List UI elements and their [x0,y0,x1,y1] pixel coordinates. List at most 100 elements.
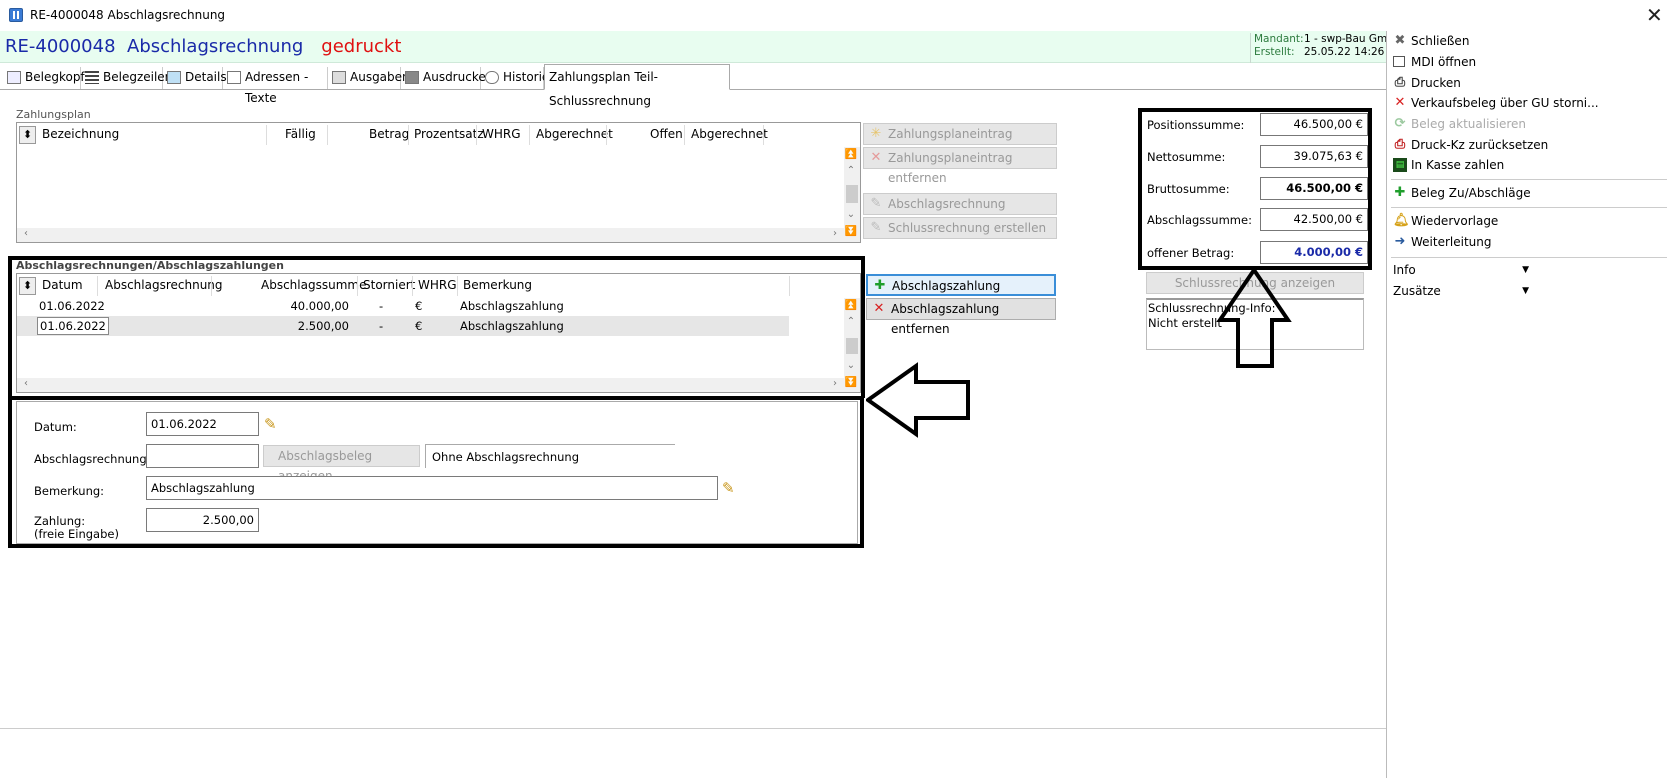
sidebar-item-mdi-oeffnen[interactable]: MDI öffnen [1393,53,1476,71]
scroll-thumb[interactable] [846,185,858,203]
info-dropdown[interactable]: Info ▼ [1393,263,1529,277]
tab-adressen-texte[interactable]: Adressen - Texte [223,67,328,105]
col-bemerkung[interactable]: Bemerkung [463,278,532,292]
datum-field[interactable]: 01.06.2022 [146,412,259,436]
details-icon [167,71,181,84]
vertical-scrollbar[interactable]: ⏫ ⌃ ⌄ ⏬ [844,147,860,242]
schlussrechnung-erstellen-button[interactable]: ✎ Schlussrechnung erstellen [863,217,1057,239]
scroll-bottom-icon[interactable]: ⏬ [844,377,858,388]
col-abgerechnet[interactable]: Abgerechnet [536,127,613,141]
col-divider [211,276,212,296]
summen-panel: Positionssumme: 46.500,00 € Nettosumme: … [1138,108,1372,270]
sort-toggle-icon[interactable]: ⬍ [19,126,36,144]
offener-betrag-value: 4.000,00 € [1260,241,1368,264]
col-whrg[interactable]: WHRG [482,127,521,141]
col-abgerechnet-2[interactable]: Abgerechnet [691,127,768,141]
col-faellig[interactable]: Fällig [285,127,316,141]
zahlung-label: Zahlung: [34,514,86,528]
scroll-top-icon[interactable]: ⏫ [844,300,858,311]
col-betrag[interactable]: Betrag [369,127,409,141]
zahlungsplaneintrag-entfernen-button[interactable]: ✕ Zahlungsplaneintrag entfernen [863,147,1057,185]
tab-ausdrucke[interactable]: Ausdrucke [401,67,486,89]
lines-icon [85,71,99,84]
horizontal-scrollbar[interactable]: ‹ › [17,378,844,392]
col-divider [476,125,477,145]
status-divider [0,728,1386,729]
abschlagsrechnung-erstellen-button[interactable]: ✎Abschlagsrechnung erstellen [863,193,1057,231]
abschlagszahlung-entfernen-button[interactable]: ✕ Abschlagszahlung entfernen [866,298,1056,336]
sun-icon: ✳ [870,126,882,141]
tab-zahlungsplan[interactable]: Zahlungsplan Teil-Schlussrechnung [544,64,730,108]
col-divider [412,276,413,296]
col-prozentsatz[interactable]: Prozentsatz [414,127,484,141]
sidebar-item-schliessen[interactable]: ✖ Schließen [1393,32,1470,50]
scroll-right-icon[interactable]: › [828,378,842,389]
scroll-up-icon[interactable]: ⌃ [844,316,858,327]
col-whrg[interactable]: WHRG [418,278,457,292]
sidebar-item-druck-kz-zuruecksetzen[interactable]: ⎙ Druck-Kz zurücksetzen [1393,136,1548,154]
abschlagssumme-value: 42.500,00 € [1260,208,1368,231]
zahlung-field[interactable]: 2.500,00 [146,508,259,532]
tab-belegzeilen[interactable]: Belegzeilen [81,67,172,89]
scroll-thumb[interactable] [846,338,858,354]
col-abschlagssumme[interactable]: Abschlagssumme [261,278,366,292]
bemerkung-field[interactable]: Abschlagszahlung [146,476,718,500]
sidebar-item-label: Beleg Zu/Abschläge [1411,186,1531,200]
sidebar-item-drucken[interactable]: ⎙ Drucken [1393,74,1461,92]
col-offen[interactable]: Offen [650,127,683,141]
scroll-down-icon[interactable]: ⌄ [844,209,858,220]
tab-details[interactable]: Details [163,67,227,89]
scroll-down-icon[interactable]: ⌄ [844,360,858,371]
page-icon [227,71,241,84]
mandant-label: Mandant: [1254,33,1304,45]
tab-belegkopf[interactable]: Belegkopf [3,67,85,89]
sidebar-item-wiedervorlage[interactable]: 🔔︎ Wiedervorlage [1393,212,1498,230]
table-row[interactable]: 01.06.2022 40.000,00 - € Abschlagszahlun… [17,296,789,316]
zahlungsplan-grid[interactable]: ⬍ Bezeichnung Fällig Betrag Prozentsatz … [16,122,861,243]
sidebar-item-weiterleitung[interactable]: ➜ Weiterleitung [1393,233,1492,251]
pencil-icon[interactable]: ✎ [722,479,735,497]
scroll-up-icon[interactable]: ⌃ [844,165,858,176]
abschlag-grid[interactable]: ⬍ Datum Abschlagsrechnung Abschlagssumme… [16,273,861,393]
scroll-bottom-icon[interactable]: ⏬ [844,226,858,237]
add-document-icon: ✚ [1394,185,1406,200]
sidebar-item-label: Wiedervorlage [1411,214,1499,228]
table-row-selected[interactable]: 01.06.2022 2.500,00 - € Abschlagszahlung [17,316,789,336]
horizontal-scrollbar[interactable]: ‹ › [17,228,844,242]
sidebar-item-beleg-aktualisieren[interactable]: ⟳ Beleg aktualisieren [1393,115,1526,133]
col-abschlagsrechnung[interactable]: Abschlagsrechnung [105,278,223,292]
close-icon: ✖ [1394,33,1406,48]
scroll-right-icon[interactable]: › [828,228,842,239]
close-icon[interactable]: ✕ [1646,2,1663,28]
scroll-top-icon[interactable]: ⏫ [844,149,858,160]
dropdown-label: Zusätze [1393,284,1441,298]
vertical-scrollbar[interactable]: ⏫ ⌃ ⌄ ⏬ [844,298,860,392]
col-datum[interactable]: Datum [42,278,83,292]
col-bezeichnung[interactable]: Bezeichnung [42,127,119,141]
tab-historie[interactable]: Historie [481,67,549,89]
scroll-left-icon[interactable]: ‹ [19,228,33,239]
sort-toggle-icon[interactable]: ⬍ [19,277,36,295]
cash-register-icon: ▤ [1393,158,1407,172]
tab-ausgaben[interactable]: Ausgaben [328,67,410,89]
sidebar-item-label: Beleg aktualisieren [1411,117,1527,131]
document-title: RE-4000048 Abschlagsrechnung gedruckt [5,36,401,57]
tab-label: Adressen - Texte [245,70,309,105]
tab-label: Belegzeilen [103,70,173,84]
sidebar-item-in-kasse-zahlen[interactable]: ▤ In Kasse zahlen [1393,156,1504,174]
col-storniert[interactable]: Storniert [363,278,415,292]
abschlagsrechnung-field[interactable] [146,444,259,468]
zahlungsplaneintrag-erstellen-button[interactable]: ✳Zahlungsplaneintrag erstellen [863,123,1057,161]
col-divider [684,125,685,145]
sidebar-item-verkaufsbeleg-stornieren[interactable]: ✕ Verkaufsbeleg über GU storni... [1393,94,1599,112]
cell-datum[interactable]: 01.06.2022 [37,317,109,335]
sidebar-divider [1391,179,1667,180]
scroll-left-icon[interactable]: ‹ [19,378,33,389]
sidebar-item-beleg-zu-abschlaege[interactable]: ✚ Beleg Zu/Abschläge [1393,184,1531,202]
zusaetze-dropdown[interactable]: Zusätze ▼ [1393,284,1529,298]
abschlagszahlung-erstellen-button[interactable]: ✚Abschlagszahlung erstellen [866,274,1056,313]
abschlagsbeleg-anzeigen-button[interactable]: Abschlagsbeleg anzeigen [263,445,420,483]
positionssumme-value: 46.500,00 € [1260,113,1368,136]
document-edit-icon [7,71,21,84]
pencil-icon[interactable]: ✎ [264,415,277,433]
